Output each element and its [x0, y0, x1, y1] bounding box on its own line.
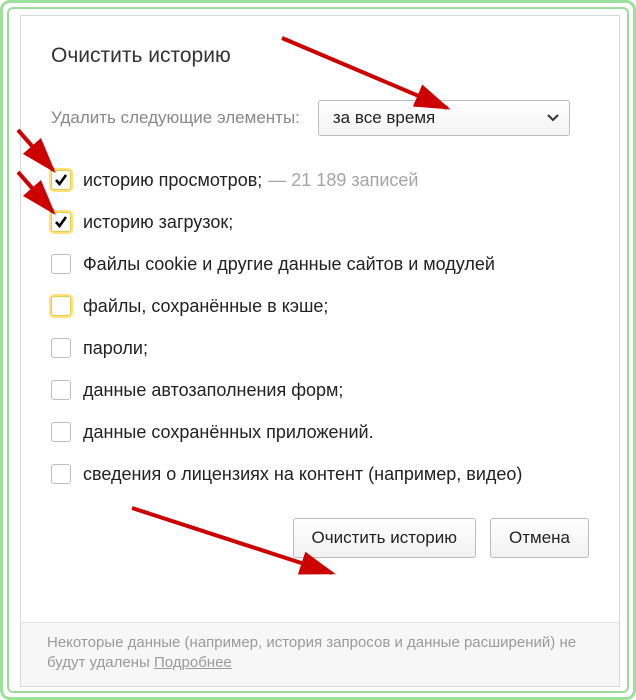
checkbox-cached-files[interactable]	[51, 296, 71, 316]
option-download-history: историю загрузок;	[51, 202, 589, 242]
dialog-buttons: Очистить историю Отмена	[51, 518, 589, 558]
option-label: историю загрузок;	[83, 212, 233, 233]
checkbox-hosted-apps-data[interactable]	[51, 422, 71, 442]
period-row: Удалить следующие элементы: за все время	[51, 100, 589, 136]
checkbox-cookies[interactable]	[51, 254, 71, 274]
option-count: 21 189 записей	[268, 170, 418, 191]
option-label: данные сохранённых приложений.	[83, 422, 374, 443]
option-autofill-data: данные автозаполнения форм;	[51, 370, 589, 410]
option-passwords: пароли;	[51, 328, 589, 368]
dialog-title: Очистить историю	[51, 44, 589, 68]
checkbox-passwords[interactable]	[51, 338, 71, 358]
option-cookies: Файлы cookie и другие данные сайтов и мо…	[51, 244, 589, 284]
option-label: пароли;	[83, 338, 148, 359]
learn-more-link[interactable]: Подробнее	[154, 654, 232, 671]
option-label: Файлы cookie и другие данные сайтов и мо…	[83, 254, 495, 275]
cancel-button[interactable]: Отмена	[490, 518, 589, 558]
option-hosted-apps-data: данные сохранённых приложений.	[51, 412, 589, 452]
checkbox-download-history[interactable]	[51, 212, 71, 232]
option-content-licenses: сведения о лицензиях на контент (наприме…	[51, 454, 589, 494]
checkbox-content-licenses[interactable]	[51, 464, 71, 484]
option-label: сведения о лицензиях на контент (наприме…	[83, 464, 522, 485]
annotated-frame: Очистить историю Удалить следующие элеме…	[0, 0, 636, 700]
option-browsing-history: историю просмотров; 21 189 записей	[51, 160, 589, 200]
option-label: файлы, сохранённые в кэше;	[83, 296, 328, 317]
dialog-footer: Некоторые данные (например, история запр…	[21, 622, 619, 686]
period-select[interactable]: за все время	[318, 100, 570, 136]
annotated-frame-inner: Очистить историю Удалить следующие элеме…	[7, 7, 629, 693]
footer-text: Некоторые данные (например, история запр…	[47, 634, 576, 671]
clear-history-button[interactable]: Очистить историю	[293, 518, 476, 558]
checkbox-browsing-history[interactable]	[51, 170, 71, 190]
period-select-value: за все время	[333, 108, 435, 128]
checkbox-autofill-data[interactable]	[51, 380, 71, 400]
options-list: историю просмотров; 21 189 записей истор…	[51, 160, 589, 494]
option-label: данные автозаполнения форм;	[83, 380, 343, 401]
clear-history-dialog: Очистить историю Удалить следующие элеме…	[20, 15, 620, 687]
option-cached-files: файлы, сохранённые в кэше;	[51, 286, 589, 326]
option-label: историю просмотров;	[83, 170, 262, 191]
period-label: Удалить следующие элементы:	[51, 108, 300, 128]
period-select-wrap: за все время	[318, 100, 570, 136]
